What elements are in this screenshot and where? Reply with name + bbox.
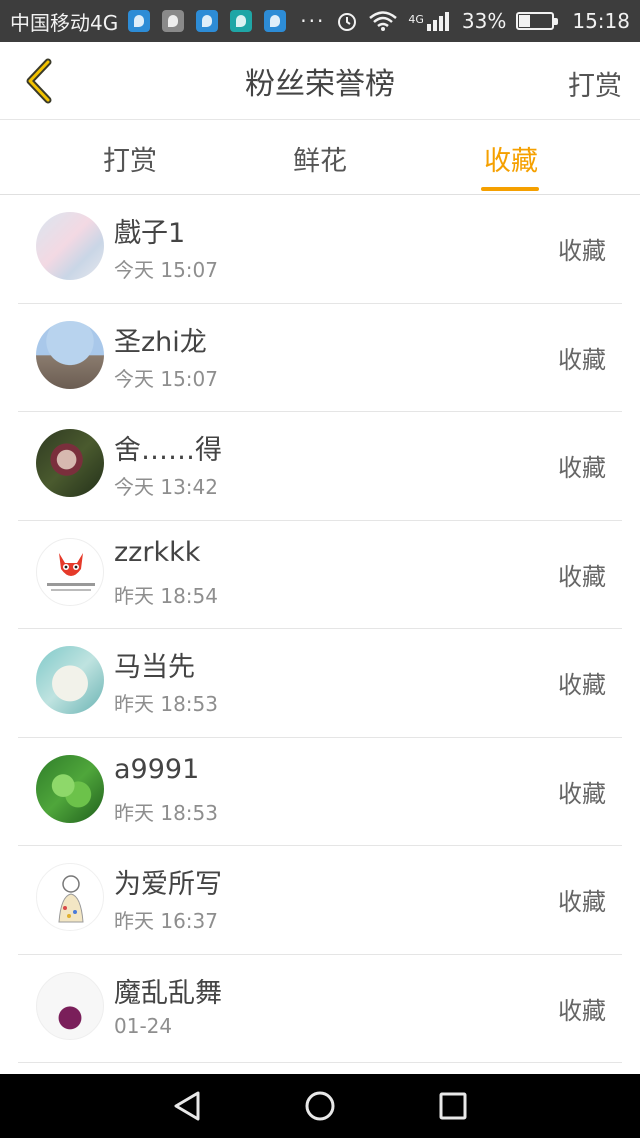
page-title: 粉丝荣誉榜 <box>245 66 395 102</box>
user-name: 魔乱乱舞 <box>114 977 222 1009</box>
list-item[interactable]: 魔乱乱舞 01-24 收藏 <box>18 955 622 1063</box>
user-name: a9991 <box>114 753 200 785</box>
contribution-type: 收藏 <box>558 779 606 808</box>
contribution-type: 收藏 <box>558 996 606 1025</box>
user-name: 圣zhi龙 <box>114 326 207 358</box>
timestamp: 昨天 16:37 <box>114 909 218 933</box>
contribution-type: 收藏 <box>558 454 606 482</box>
reward-button[interactable]: 打赏 <box>568 64 622 103</box>
wifi-icon <box>369 11 398 31</box>
signal-icon <box>426 12 449 31</box>
avatar <box>36 537 104 606</box>
list-item[interactable]: 戲子1 今天 15:07 收藏 <box>18 195 622 304</box>
avatar <box>36 429 104 497</box>
avatar <box>36 320 104 389</box>
chevron-left-icon <box>26 58 52 104</box>
avatar <box>36 863 104 931</box>
timestamp: 今天 15:07 <box>114 366 218 391</box>
list-item[interactable]: 舍……得 今天 13:42 收藏 <box>18 412 622 521</box>
battery-percent: 33% <box>461 9 507 33</box>
contribution-type: 收藏 <box>558 237 606 265</box>
timestamp: 今天 15:07 <box>114 258 218 282</box>
nav-back-button[interactable] <box>157 1076 217 1136</box>
contribution-type: 收藏 <box>558 345 606 374</box>
baidu-app-icon-2 <box>264 10 287 32</box>
circle-home-icon <box>305 1091 335 1121</box>
timestamp: 昨天 18:53 <box>114 800 218 825</box>
system-nav-bar <box>0 1074 640 1138</box>
list-item[interactable]: 圣zhi龙 今天 15:07 收藏 <box>18 304 622 412</box>
timestamp: 昨天 18:54 <box>114 583 218 608</box>
avatar <box>36 971 104 1040</box>
tab-flowers[interactable]: 鲜花 <box>260 121 380 195</box>
avatar <box>36 646 104 714</box>
contribution-type: 收藏 <box>558 671 606 699</box>
fan-list: 戲子1 今天 15:07 收藏 圣zhi龙 今天 15:07 收藏 舍……得 今… <box>18 195 622 1063</box>
square-recent-icon <box>439 1092 467 1120</box>
user-name: 舍……得 <box>114 435 222 466</box>
user-name: zzrkkk <box>114 536 201 568</box>
gallery-app-icon <box>162 10 185 32</box>
contribution-type: 收藏 <box>558 562 606 591</box>
timestamp: 01-24 <box>114 1013 173 1038</box>
nav-home-button[interactable] <box>290 1076 350 1136</box>
tab-reward[interactable]: 打赏 <box>70 121 190 195</box>
user-name: 马当先 <box>114 652 195 683</box>
active-tab-indicator <box>481 187 539 191</box>
avatar <box>36 754 104 823</box>
timestamp: 昨天 18:53 <box>114 692 218 716</box>
triangle-back-icon <box>174 1091 200 1121</box>
alarm-icon <box>338 13 357 31</box>
nav-recent-button[interactable] <box>423 1076 483 1136</box>
tab-label: 打赏 <box>103 145 157 177</box>
status-bar: 中国移动4G ··· 4G 33% 15:18 <box>0 0 640 42</box>
carrier-label: 中国移动4G <box>10 10 119 35</box>
list-item[interactable]: a9991 昨天 18:53 收藏 <box>18 738 622 846</box>
more-notifications: ··· <box>300 9 326 33</box>
clock: 15:18 <box>572 9 630 33</box>
network-type: 4G <box>408 13 424 26</box>
red-fox-avatar-icon <box>47 552 95 591</box>
tab-bar: 打赏 鲜花 收藏 <box>0 121 640 195</box>
map-app-icon <box>128 10 151 32</box>
battery-icon <box>516 12 559 30</box>
timestamp: 今天 13:42 <box>114 475 218 499</box>
user-name: 戲子1 <box>114 218 186 249</box>
list-item[interactable]: 马当先 昨天 18:53 收藏 <box>18 629 622 738</box>
list-item[interactable]: zzrkkk 昨天 18:54 收藏 <box>18 521 622 629</box>
baidu-app-icon <box>196 10 219 32</box>
avatar <box>36 212 104 280</box>
tab-collect[interactable]: 收藏 <box>451 121 571 195</box>
app-header: 粉丝荣誉榜 打赏 <box>0 42 640 120</box>
girl-sketch-avatar-icon <box>58 875 84 923</box>
contribution-type: 收藏 <box>558 888 606 916</box>
tab-label: 鲜花 <box>293 145 347 177</box>
shield-app-icon <box>230 10 253 32</box>
list-item[interactable]: 为爱所写 昨天 16:37 收藏 <box>18 846 622 955</box>
tab-label: 收藏 <box>484 145 538 177</box>
user-name: 为爱所写 <box>114 869 222 900</box>
back-button[interactable] <box>14 56 64 106</box>
